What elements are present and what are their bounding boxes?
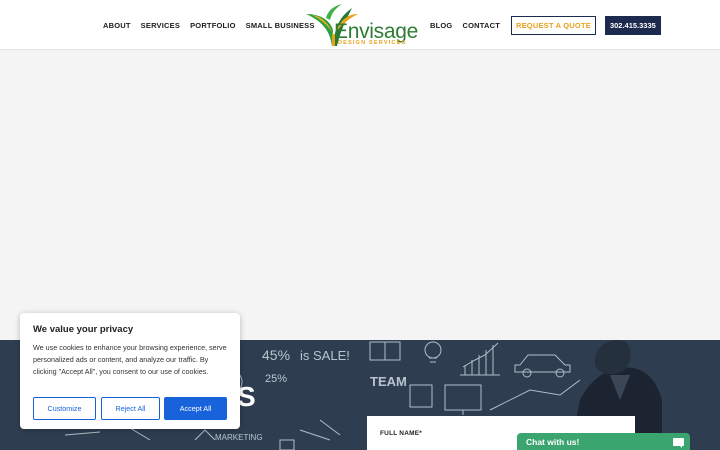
- chalk-is-sale: is SALE!: [300, 348, 350, 363]
- nav-services[interactable]: SERVICES: [141, 21, 180, 30]
- nav-blog[interactable]: BLOG: [430, 21, 452, 30]
- cookie-reject-all-button[interactable]: Reject All: [101, 397, 160, 420]
- cookie-customize-button[interactable]: Customize: [33, 397, 96, 420]
- cookie-description: We use cookies to enhance your browsing …: [33, 343, 227, 376]
- site-header: ABOUT SERVICES PORTFOLIO SMALL BUSINESS …: [0, 0, 720, 50]
- chalk-team: TEAM: [370, 374, 407, 389]
- chalk-marketing: MARKETING: [215, 433, 263, 442]
- chat-widget-button[interactable]: Chat with us!: [517, 433, 690, 450]
- cookie-title: We value your privacy: [33, 324, 134, 335]
- nav-portfolio[interactable]: PORTFOLIO: [190, 21, 236, 30]
- request-quote-button[interactable]: REQUEST A QUOTE: [510, 15, 596, 35]
- cookie-accept-all-button[interactable]: Accept All: [164, 397, 227, 420]
- cookie-consent-banner: We value your privacy We use cookies to …: [20, 313, 240, 429]
- primary-nav-right: BLOG CONTACT REQUEST A QUOTE 302.415.333…: [430, 0, 661, 50]
- phone-button[interactable]: 302.415.3335: [604, 15, 661, 35]
- logo-tagline: DESIGN SERVICES: [338, 40, 407, 46]
- chat-label: Chat with us!: [526, 437, 580, 447]
- chalk-45-percent: 45%: [262, 347, 290, 363]
- chalk-25-percent: 25%: [265, 373, 287, 385]
- nav-contact[interactable]: CONTACT: [462, 21, 500, 30]
- site-logo[interactable]: Envisage DESIGN SERVICES: [302, 2, 422, 48]
- hero-area: [0, 51, 720, 340]
- primary-nav-left: ABOUT SERVICES PORTFOLIO SMALL BUSINESS: [103, 0, 315, 50]
- full-name-label: FULL NAME*: [380, 430, 422, 437]
- nav-about[interactable]: ABOUT: [103, 21, 131, 30]
- chat-bubble-icon: [673, 438, 684, 448]
